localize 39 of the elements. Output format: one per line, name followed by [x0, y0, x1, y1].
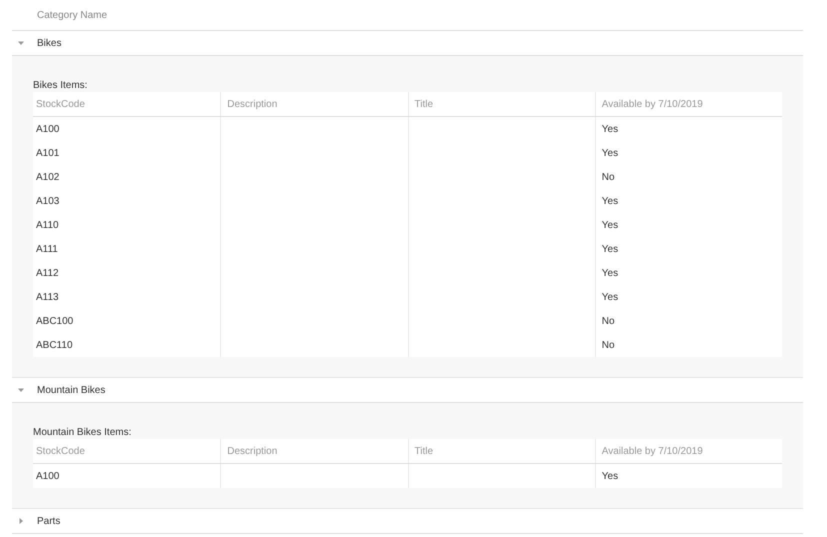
table-cell: No [602, 172, 615, 182]
column-header[interactable]: Available by 7/10/2019 [594, 92, 782, 116]
table-cell: A101 [36, 148, 60, 158]
column-header[interactable]: StockCode [33, 92, 220, 116]
column-header[interactable]: Description [220, 92, 408, 116]
detail-caption: Bikes Items: [33, 80, 88, 91]
expander-icon[interactable] [18, 40, 24, 46]
column-header[interactable]: Category Name [37, 10, 108, 20]
table-cell: A103 [36, 196, 60, 206]
detail-caption: Mountain Bikes Items: [33, 427, 132, 438]
column-header[interactable]: Description [220, 439, 408, 463]
table-cell: Yes [602, 470, 618, 482]
table-cell: No [602, 316, 615, 326]
table-cell: A102 [36, 172, 60, 182]
column-header[interactable]: Available by 7/10/2019 [594, 439, 782, 463]
table-cell: Yes [602, 196, 618, 206]
table-cell: A112 [36, 268, 59, 278]
table-cell: A113 [36, 292, 59, 302]
group-name: Bikes [37, 38, 62, 48]
table-cell: A111 [36, 244, 58, 254]
table-cell: Yes [602, 124, 618, 134]
column-header[interactable]: Title [408, 92, 595, 116]
table-cell: A100 [36, 124, 60, 134]
table-cell: A100 [36, 470, 60, 482]
table-cell: Yes [602, 220, 618, 230]
column-header[interactable]: StockCode [33, 439, 220, 463]
table-cell: ABC100 [36, 316, 74, 326]
table-cell: No [602, 340, 615, 350]
table-cell: ABC110 [36, 340, 73, 350]
column-header[interactable]: Title [408, 439, 595, 463]
expander-icon[interactable] [18, 518, 24, 524]
group-name: Mountain Bikes [37, 384, 106, 396]
table-cell: A110 [36, 220, 59, 230]
table-cell: Yes [602, 148, 618, 158]
group-name: Parts [37, 516, 60, 526]
table-cell: Yes [602, 244, 618, 254]
expander-icon[interactable] [18, 387, 24, 393]
table-cell: Yes [602, 268, 618, 278]
table-cell: Yes [602, 292, 618, 302]
